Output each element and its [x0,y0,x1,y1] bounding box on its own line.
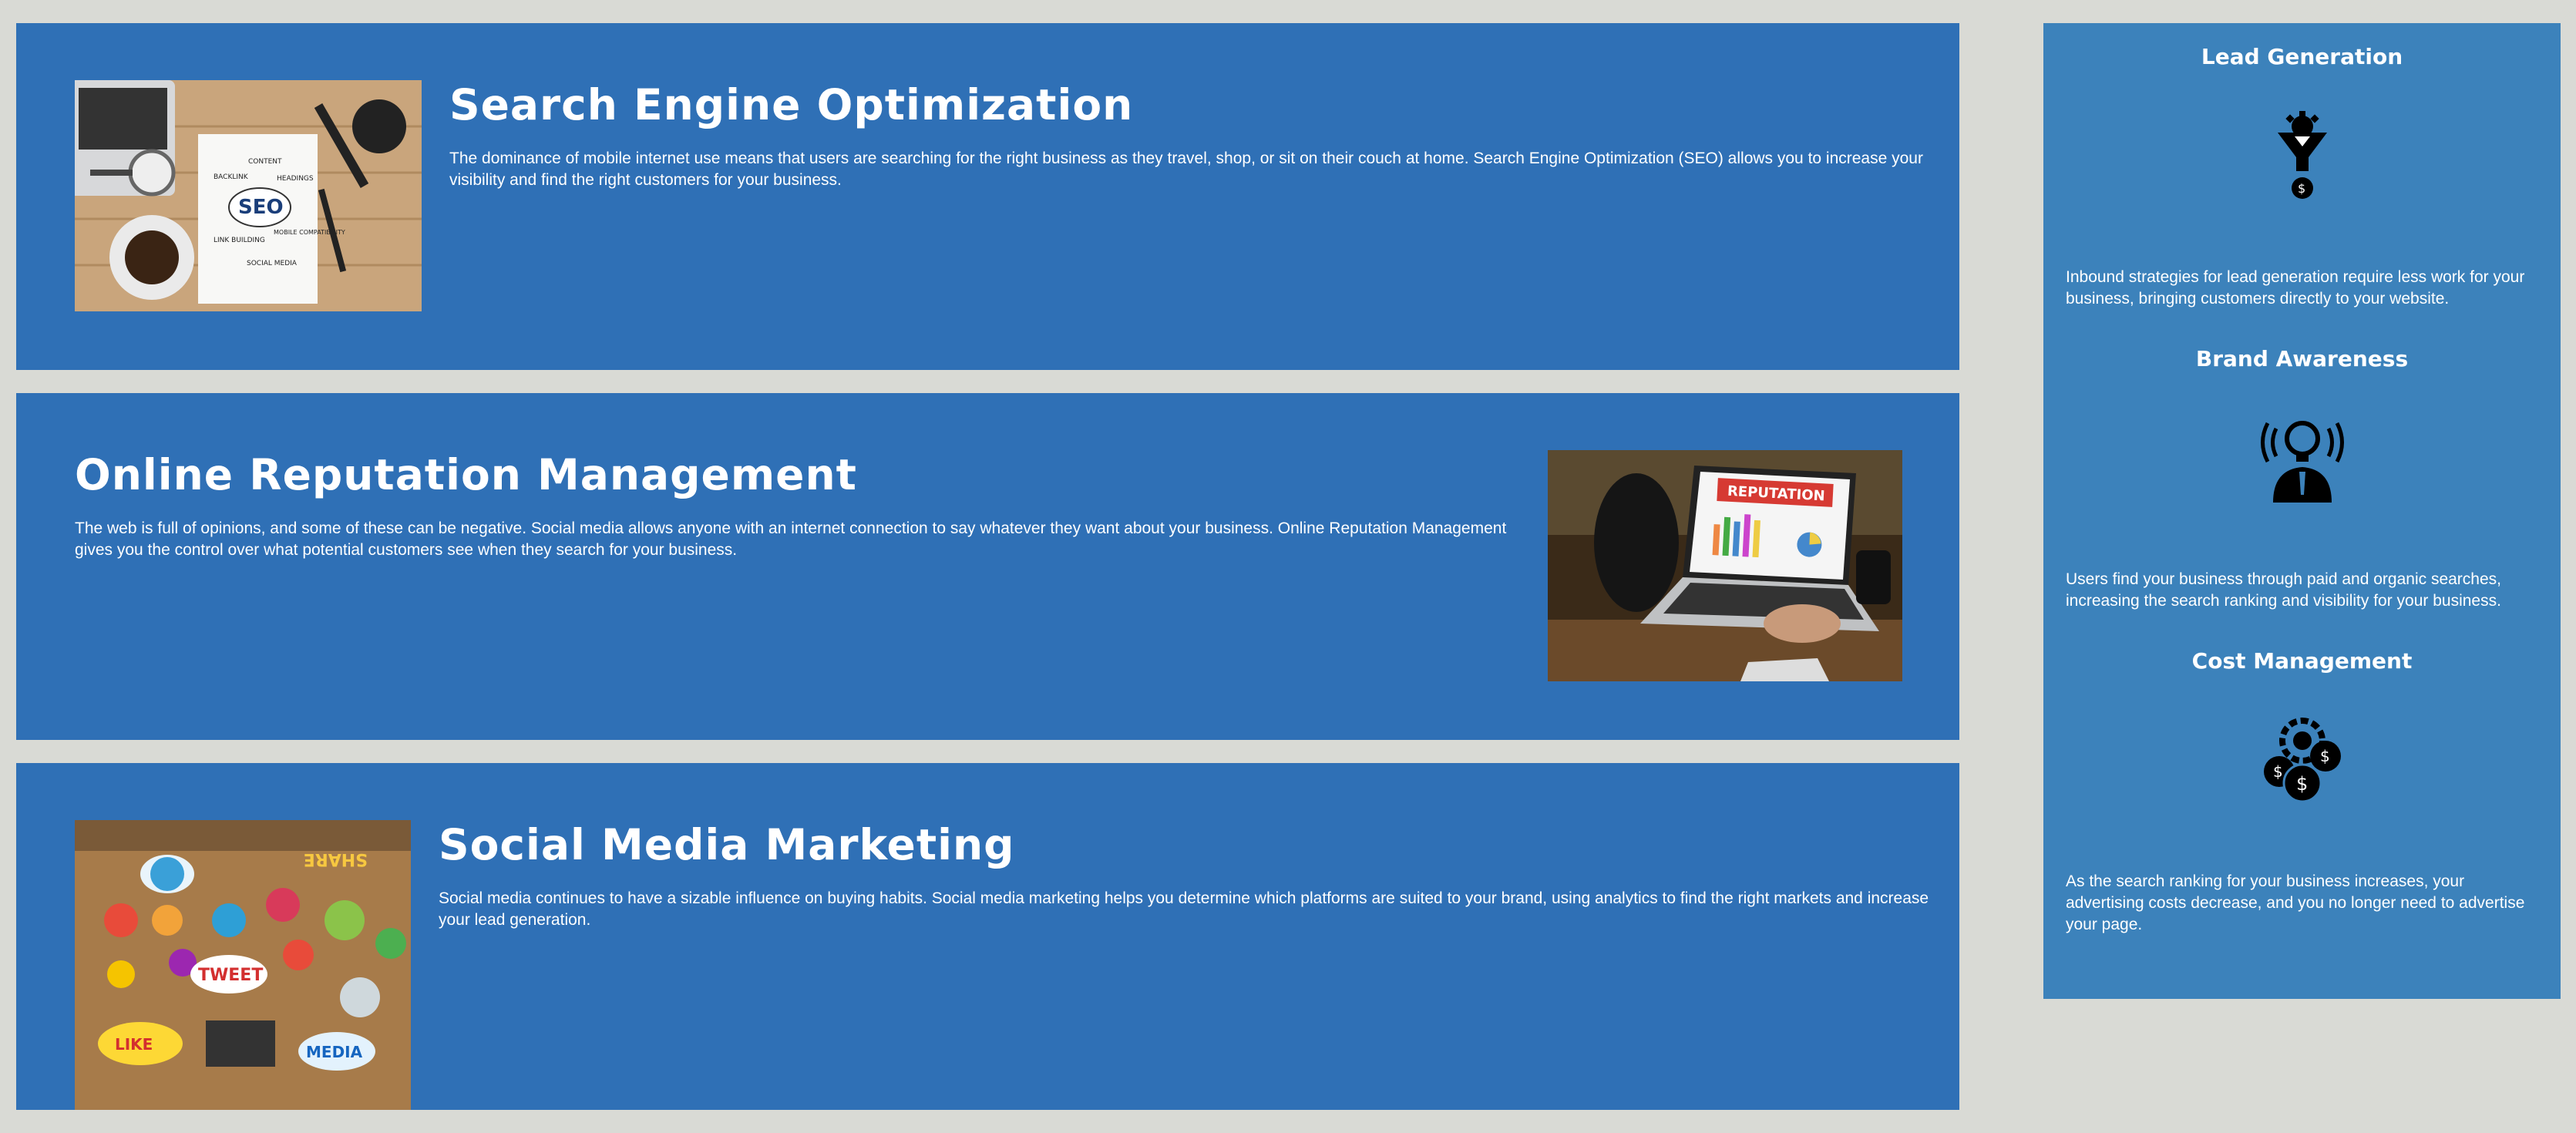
section-description: The web is full of opinions, and some of… [75,519,1507,559]
smm-text-box: Social Media Marketing Social media cont… [439,820,1934,931]
seo-image-label: SOCIAL MEDIA [247,260,298,267]
section-title: Social Media Marketing [439,820,1015,869]
seo-image: SEO CONTENT BACKLINK HEADINGS LINK BUILD… [75,80,422,311]
benefit-brand-awareness: Brand Awareness Users find your business… [2043,325,2561,627]
benefit-description: Inbound strategies for lead generation r… [2066,268,2525,308]
orm-text-box: Online Reputation Management The web is … [75,450,1539,561]
benefit-lead-generation: Lead Generation $ Inbound strategies for… [2043,23,2561,325]
benefit-title: Cost Management [2191,648,2413,674]
reputation-image: REPUTATION [1548,450,1902,681]
content: SEO CONTENT BACKLINK HEADINGS LINK BUILD… [16,23,1959,1133]
benefit-description: Users find your business through paid an… [2066,570,2501,610]
seo-image-label: SEO [238,196,284,219]
svg-text:$: $ [2273,762,2283,781]
section-title: Search Engine Optimization [449,80,1134,129]
seo-image-label: LINK BUILDING [214,237,265,244]
benefits-sidebar: Lead Generation $ Inbound strategies for… [2043,23,2561,999]
social-media-image-label: SHARE [304,849,368,869]
seo-image-label: HEADINGS [277,175,314,183]
seo-image-label: BACKLINK [214,173,249,181]
section-description: The dominance of mobile internet use mea… [449,150,1923,189]
seo-image-label: CONTENT [248,158,282,166]
svg-text:$: $ [2320,747,2330,765]
seo-text-box: Search Engine Optimization The dominance… [449,80,1937,191]
benefit-cost-management: Cost Management $ $ $ As the search rank… [2043,627,2561,933]
lead-funnel-icon: $ [2256,109,2349,202]
social-media-image-label: TWEET [198,966,263,985]
benefit-description: As the search ranking for your business … [2066,872,2525,933]
svg-text:$: $ [2298,181,2305,196]
search-engine-optimization-section: SEO CONTENT BACKLINK HEADINGS LINK BUILD… [16,23,1959,370]
social-media-image: TWEET SHARE LIKE MEDIA [75,820,411,1110]
social-media-marketing-section: TWEET SHARE LIKE MEDIA Social Media Mark… [16,763,1959,1110]
section-title: Online Reputation Management [75,450,857,499]
benefit-title: Brand Awareness [2195,346,2409,372]
section-description: Social media continues to have a sizable… [439,889,1929,929]
online-reputation-management-section: Online Reputation Management The web is … [16,393,1959,740]
social-media-image-label: MEDIA [306,1043,363,1061]
coins-gear-icon: $ $ $ [2256,714,2349,806]
social-media-image-label: LIKE [115,1035,153,1054]
lightbulb-person-icon [2256,412,2349,504]
svg-text:$: $ [2296,773,2308,795]
benefit-title: Lead Generation [2201,44,2403,69]
